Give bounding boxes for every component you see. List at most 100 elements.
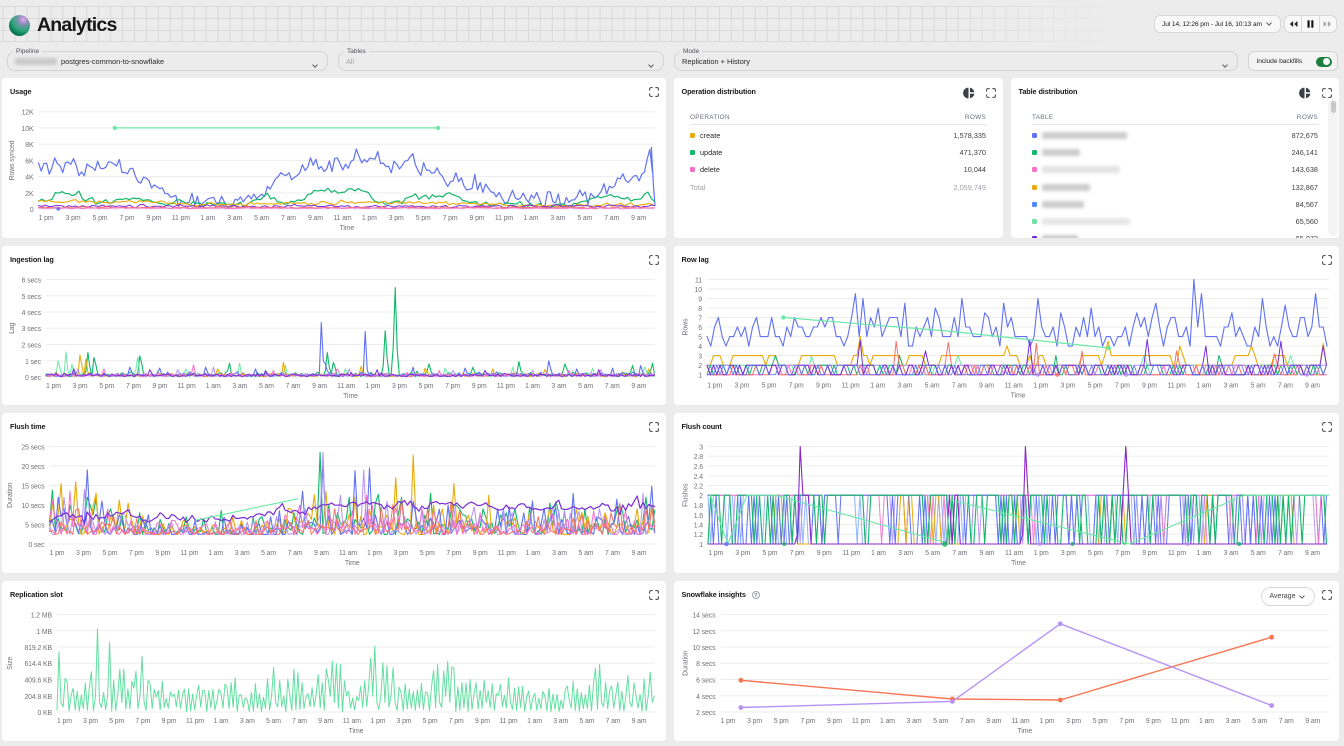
- svg-text:5 am: 5 am: [1252, 718, 1267, 725]
- svg-text:5 am: 5 am: [933, 718, 948, 725]
- svg-text:9: 9: [698, 297, 702, 304]
- svg-text:1 pm: 1 pm: [1033, 550, 1048, 557]
- svg-text:7 am: 7 am: [1277, 383, 1292, 390]
- svg-text:6 secs: 6 secs: [22, 278, 42, 285]
- svg-text:Time: Time: [1010, 393, 1025, 400]
- svg-text:Flushes: Flushes: [682, 483, 689, 507]
- svg-text:Time: Time: [345, 560, 360, 567]
- svg-text:1 pm: 1 pm: [370, 718, 385, 725]
- svg-text:7 am: 7 am: [281, 215, 296, 222]
- svg-text:2.2: 2.2: [693, 484, 703, 491]
- svg-text:2K: 2K: [25, 191, 34, 198]
- svg-text:2.4: 2.4: [693, 474, 703, 481]
- svg-text:11 am: 11 am: [1005, 550, 1023, 557]
- svg-text:1 am: 1 am: [208, 550, 223, 557]
- svg-text:1 pm: 1 pm: [708, 550, 723, 557]
- svg-text:Time: Time: [349, 728, 364, 735]
- svg-text:3 am: 3 am: [906, 718, 921, 725]
- svg-text:1.2 MB: 1.2 MB: [31, 613, 53, 620]
- svg-text:Time: Time: [343, 393, 358, 400]
- svg-text:7 pm: 7 pm: [445, 383, 460, 390]
- svg-text:11 pm: 11 pm: [180, 550, 198, 557]
- svg-text:5 secs: 5 secs: [22, 294, 42, 301]
- svg-text:11 pm: 11 pm: [1167, 383, 1185, 390]
- svg-text:11 am: 11 am: [343, 718, 361, 725]
- svg-text:7 am: 7 am: [292, 718, 307, 725]
- svg-text:4K: 4K: [25, 175, 34, 182]
- svg-text:Time: Time: [1011, 560, 1026, 567]
- svg-text:7: 7: [698, 316, 702, 323]
- svg-text:1 pm: 1 pm: [1033, 383, 1048, 390]
- svg-text:5 pm: 5 pm: [1087, 383, 1102, 390]
- svg-text:5 pm: 5 pm: [109, 718, 124, 725]
- svg-text:3 am: 3 am: [1223, 550, 1238, 557]
- svg-text:1 pm: 1 pm: [367, 550, 382, 557]
- svg-text:5 pm: 5 pm: [420, 550, 435, 557]
- svg-text:3 pm: 3 pm: [393, 550, 408, 557]
- svg-text:7 am: 7 am: [952, 550, 967, 557]
- svg-text:8: 8: [698, 306, 702, 313]
- svg-text:204.8 KB: 204.8 KB: [24, 694, 52, 701]
- svg-text:10 secs: 10 secs: [692, 645, 716, 652]
- svg-text:5 pm: 5 pm: [761, 383, 776, 390]
- svg-text:5 am: 5 am: [261, 550, 276, 557]
- svg-text:5: 5: [698, 335, 702, 342]
- svg-text:2 secs: 2 secs: [696, 710, 716, 717]
- svg-text:9 pm: 9 pm: [155, 550, 170, 557]
- svg-text:1 am: 1 am: [527, 718, 542, 725]
- svg-text:0 sec: 0 sec: [25, 375, 42, 382]
- svg-text:5 pm: 5 pm: [419, 383, 434, 390]
- svg-text:11 am: 11 am: [1011, 718, 1029, 725]
- svg-text:9 am: 9 am: [1305, 383, 1320, 390]
- svg-text:5 pm: 5 pm: [1088, 550, 1103, 557]
- svg-text:1 pm: 1 pm: [57, 718, 72, 725]
- svg-text:409.6 KB: 409.6 KB: [24, 678, 52, 685]
- svg-text:11 pm: 11 pm: [851, 718, 869, 725]
- svg-text:5 am: 5 am: [254, 215, 269, 222]
- svg-text:9 am: 9 am: [308, 215, 323, 222]
- svg-text:7 am: 7 am: [286, 383, 301, 390]
- svg-text:1 am: 1 am: [880, 718, 895, 725]
- svg-text:1 pm: 1 pm: [39, 215, 54, 222]
- svg-text:3 pm: 3 pm: [1060, 383, 1075, 390]
- svg-text:2.8: 2.8: [693, 454, 703, 461]
- svg-text:1 am: 1 am: [206, 383, 221, 390]
- svg-text:1 am: 1 am: [1199, 718, 1214, 725]
- svg-text:1.2: 1.2: [693, 532, 703, 539]
- svg-text:11 pm: 11 pm: [172, 215, 190, 222]
- svg-text:3 am: 3 am: [1225, 718, 1240, 725]
- svg-text:3 pm: 3 pm: [389, 215, 404, 222]
- svg-text:7 pm: 7 pm: [1114, 383, 1129, 390]
- svg-text:8 secs: 8 secs: [696, 661, 716, 668]
- svg-text:Rows: Rows: [682, 318, 689, 335]
- svg-text:9 pm: 9 pm: [1145, 718, 1160, 725]
- svg-text:9 pm: 9 pm: [161, 718, 176, 725]
- svg-text:3: 3: [699, 445, 703, 452]
- svg-text:2: 2: [698, 363, 702, 370]
- svg-text:7 pm: 7 pm: [789, 550, 804, 557]
- svg-text:3 am: 3 am: [235, 550, 250, 557]
- svg-text:11 pm: 11 pm: [1167, 550, 1185, 557]
- svg-text:11 pm: 11 pm: [186, 718, 204, 725]
- svg-text:11 am: 11 am: [333, 215, 351, 222]
- svg-text:3 am: 3 am: [1223, 383, 1238, 390]
- svg-text:7 am: 7 am: [288, 550, 303, 557]
- svg-text:1.4: 1.4: [693, 523, 703, 530]
- svg-text:5 pm: 5 pm: [423, 718, 438, 725]
- svg-text:1 am: 1 am: [871, 550, 886, 557]
- svg-text:5 am: 5 am: [266, 718, 281, 725]
- svg-text:7 pm: 7 pm: [446, 550, 461, 557]
- svg-text:1 am: 1 am: [526, 550, 541, 557]
- svg-text:11 pm: 11 pm: [842, 550, 860, 557]
- svg-text:1 am: 1 am: [214, 718, 229, 725]
- svg-text:9 pm: 9 pm: [815, 383, 830, 390]
- svg-text:3: 3: [698, 354, 702, 361]
- svg-text:7 pm: 7 pm: [443, 215, 458, 222]
- svg-text:9 am: 9 am: [631, 550, 646, 557]
- svg-text:3 pm: 3 pm: [73, 383, 88, 390]
- svg-text:2: 2: [699, 493, 703, 500]
- svg-text:5 pm: 5 pm: [93, 215, 108, 222]
- svg-text:7 am: 7 am: [951, 383, 966, 390]
- svg-text:1 pm: 1 pm: [50, 550, 65, 557]
- svg-text:14 secs: 14 secs: [692, 613, 716, 620]
